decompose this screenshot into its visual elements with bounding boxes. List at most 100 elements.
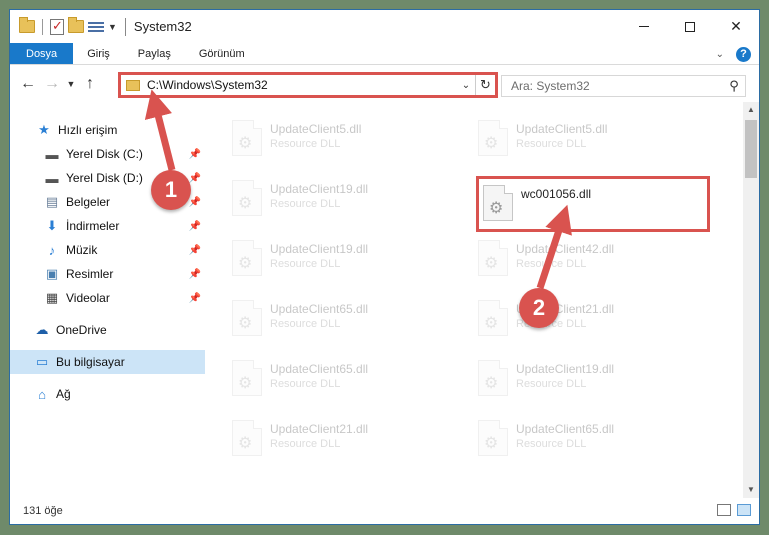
file-type: Resource DLL — [516, 258, 587, 270]
file-name: wc001056.dll — [521, 187, 592, 201]
address-bar[interactable]: C:\Windows\System32 ⌄ ↻ — [118, 72, 498, 98]
sidebar-item-label: Bu bilgisayar — [56, 355, 125, 369]
sidebar-item-music[interactable]: ♪ Müzik 📌 — [10, 238, 205, 262]
sidebar-item-downloads[interactable]: ⬇ İndirmeler 📌 — [10, 214, 205, 238]
properties-icon[interactable] — [88, 20, 104, 34]
recent-locations-icon[interactable]: ▼ — [64, 79, 78, 89]
sidebar-item-label: İndirmeler — [66, 219, 120, 233]
list-item[interactable]: ⚙ UpdateClient42.dll Resource DLL — [452, 234, 692, 288]
sidebar-item-label: Yerel Disk (D:) — [66, 171, 143, 185]
sidebar-item-label: Ağ — [56, 387, 71, 401]
up-button[interactable]: ↑ — [78, 75, 102, 93]
sidebar-item-onedrive[interactable]: ☁ OneDrive — [10, 318, 205, 342]
forward-button[interactable]: → — [40, 75, 64, 93]
list-item[interactable]: ⚙ UpdateClient65.dll Resource DLL — [452, 414, 692, 468]
maximize-button[interactable] — [667, 10, 713, 43]
file-name: UpdateClient42.dll — [516, 242, 615, 256]
window-title: System32 — [133, 19, 192, 34]
large-icons-view-icon[interactable] — [737, 504, 751, 516]
sidebar-item-pictures[interactable]: ▣ Resimler 📌 — [10, 262, 205, 286]
pin-icon[interactable]: 📌 — [189, 269, 201, 280]
dll-file-icon: ⚙ — [478, 420, 508, 456]
sidebar-item-disk-c[interactable]: ▬ Yerel Disk (C:) 📌 — [10, 142, 205, 166]
expand-ribbon-icon[interactable]: ⌄ — [716, 49, 724, 60]
drive-icon: ▬ — [45, 146, 59, 162]
pin-icon[interactable]: 📌 — [189, 173, 201, 184]
search-input[interactable]: Ara: System32 — [511, 79, 723, 93]
navigation-pane: ★ Hızlı erişim ▬ Yerel Disk (C:) 📌 ▬ Yer… — [10, 102, 205, 498]
list-item[interactable]: ⚙ UpdateClient5.dll Resource DLL — [452, 114, 692, 168]
minimize-button[interactable] — [621, 10, 667, 43]
vertical-scrollbar[interactable]: ▲ ▼ — [743, 102, 759, 498]
pin-icon[interactable]: 📌 — [189, 149, 201, 160]
dll-file-icon: ⚙ — [232, 420, 262, 456]
close-button[interactable]: ✕ — [713, 10, 759, 43]
pin-icon[interactable]: 📌 — [189, 197, 201, 208]
file-type: Resource DLL — [270, 138, 341, 150]
dll-file-icon: ⚙ — [232, 240, 262, 276]
dll-file-icon: ⚙ — [232, 300, 262, 336]
list-item[interactable]: ⚙ UpdateClient5.dll Resource DLL — [206, 114, 446, 168]
file-name: UpdateClient65.dll — [270, 302, 369, 316]
file-name: UpdateClient65.dll — [270, 362, 369, 376]
file-type: Resource DLL — [516, 378, 587, 390]
pin-icon[interactable]: 📌 — [189, 221, 201, 232]
sidebar-item-label: Belgeler — [66, 195, 111, 209]
minimize-icon — [639, 26, 649, 27]
list-item[interactable]: ⚙ UpdateClient65.dll Resource DLL — [206, 354, 446, 408]
scroll-thumb[interactable] — [745, 120, 757, 178]
computer-icon: ▭ — [35, 354, 49, 369]
sidebar-item-videos[interactable]: ▦ Videolar 📌 — [10, 286, 205, 310]
tab-file[interactable]: Dosya — [10, 43, 74, 64]
file-name: UpdateClient65.dll — [516, 422, 615, 436]
search-box[interactable]: Ara: System32 ⚲ — [501, 75, 746, 97]
sidebar-item-network[interactable]: ⌂ Ağ — [10, 382, 205, 406]
drive-icon: ▬ — [45, 170, 59, 186]
list-item[interactable]: ⚙ UpdateClient21.dll Resource DLL — [206, 414, 446, 468]
address-path[interactable]: C:\Windows\System32 — [147, 78, 457, 92]
target-dll-file[interactable]: ⚙ wc001056.dll — [476, 176, 710, 232]
search-icon: ⚲ — [729, 78, 739, 93]
dll-file-icon: ⚙ — [232, 360, 262, 396]
list-item[interactable]: ⚙ UpdateClient19.dll Resource DLL — [452, 354, 692, 408]
list-item[interactable]: ⚙ UpdateClient19.dll Resource DLL — [206, 234, 446, 288]
ribbon-tabs: Dosya Giriş Paylaş Görünüm ⌄ ? — [10, 43, 759, 65]
list-item[interactable]: ⚙ UpdateClient19.dll Resource DLL — [206, 174, 446, 228]
navigation-bar: ← → ▼ ↑ C:\Windows\System32 ⌄ ↻ Ara: Sys… — [10, 66, 759, 102]
file-name: UpdateClient19.dll — [516, 362, 615, 376]
sidebar-item-this-pc[interactable]: ▭ Bu bilgisayar — [10, 350, 205, 374]
file-name: UpdateClient19.dll — [270, 242, 369, 256]
tab-share[interactable]: Paylaş — [124, 43, 185, 64]
properties-check-icon[interactable] — [50, 18, 64, 35]
network-icon: ⌂ — [38, 386, 46, 402]
item-count: 131 öğe — [23, 505, 63, 517]
refresh-icon[interactable]: ↻ — [475, 75, 495, 95]
list-item[interactable]: ⚙ UpdateClient65.dll Resource DLL — [206, 294, 446, 348]
chevron-down-icon[interactable]: ▼ — [108, 22, 117, 32]
dll-file-icon: ⚙ — [478, 300, 508, 336]
file-name: UpdateClient5.dll — [516, 122, 608, 136]
scroll-down-icon[interactable]: ▼ — [743, 482, 759, 498]
folder-icon — [126, 79, 140, 91]
scroll-up-icon[interactable]: ▲ — [743, 102, 759, 118]
sidebar-item-quick-access[interactable]: ★ Hızlı erişim — [10, 118, 205, 142]
documents-icon: ▤ — [45, 194, 59, 209]
tab-view[interactable]: Görünüm — [185, 43, 259, 64]
file-type: Resource DLL — [516, 438, 587, 450]
file-type: Resource DLL — [270, 318, 341, 330]
pin-icon[interactable]: 📌 — [189, 293, 201, 304]
back-button[interactable]: ← — [16, 75, 40, 93]
new-folder-icon[interactable] — [68, 17, 84, 33]
chevron-down-icon[interactable]: ⌄ — [457, 80, 475, 91]
help-icon[interactable]: ? — [736, 46, 751, 62]
dll-file-icon: ⚙ — [483, 185, 513, 221]
list-item[interactable]: ⚙ UpdateClient21.dll Resource DLL — [452, 294, 692, 348]
tab-home[interactable]: Giriş — [73, 43, 124, 64]
file-name: UpdateClient21.dll — [270, 422, 369, 436]
pin-icon[interactable]: 📌 — [189, 245, 201, 256]
sidebar-item-label: Müzik — [66, 243, 98, 257]
sidebar-item-label: Hızlı erişim — [58, 123, 118, 137]
music-icon: ♪ — [48, 242, 56, 258]
dll-file-icon: ⚙ — [232, 120, 262, 156]
details-view-icon[interactable] — [717, 504, 731, 516]
